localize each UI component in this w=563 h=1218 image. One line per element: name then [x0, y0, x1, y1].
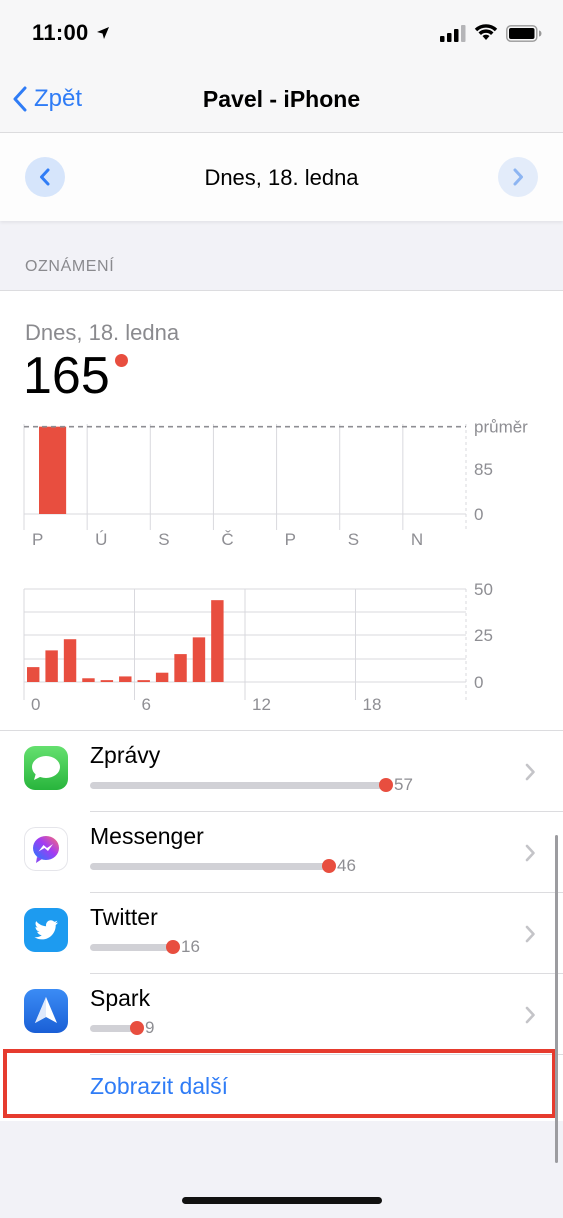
hour-bar-5 [119, 676, 132, 682]
messenger-icon [24, 827, 68, 871]
hour-bar-3 [82, 678, 95, 682]
home-indicator[interactable] [182, 1197, 382, 1204]
hour-bar-0 [27, 667, 40, 682]
chevron-right-icon [525, 1006, 535, 1024]
y-tick-label: 50 [474, 580, 493, 599]
hour-bar-4 [100, 680, 114, 682]
usage-bar-dot [322, 859, 336, 873]
chevron-right-icon [525, 844, 535, 862]
usage-bar-dot [166, 940, 180, 954]
next-day-button[interactable] [498, 157, 538, 197]
y-tick-label: 0 [474, 505, 483, 524]
hour-bar-6 [137, 680, 150, 682]
y-tick-label: 0 [474, 673, 483, 692]
section-header: OZNÁMENÍ [25, 258, 115, 275]
app-count: 46 [337, 856, 356, 875]
page-title: Pavel - iPhone [202, 86, 361, 112]
x-tick-label: 6 [142, 695, 151, 714]
hour-bar-7 [155, 672, 169, 682]
day-label: S [158, 530, 169, 549]
count-indicator-dot [115, 354, 128, 367]
signal-icon [440, 25, 466, 42]
notification-count: 165 [23, 347, 110, 405]
highlight-box [3, 1049, 556, 1118]
y-tick-label: 25 [474, 626, 493, 645]
wifi-icon [474, 24, 498, 40]
battery-icon [506, 25, 542, 42]
spark-icon [24, 989, 68, 1033]
usage-bar-dot [379, 778, 393, 792]
usage-bar-dot [130, 1021, 144, 1035]
app-row-messenger[interactable]: Messenger 46 [0, 811, 563, 891]
hourly-chart: 0 6 12 18 50 25 0 [23, 580, 493, 714]
usage-bar [90, 863, 329, 870]
app-name: Messenger [90, 823, 204, 849]
hour-bar-9 [192, 637, 206, 682]
app-count: 57 [394, 775, 413, 794]
show-more-link[interactable]: Zobrazit další [90, 1073, 228, 1100]
app-count: 9 [145, 1018, 155, 1037]
x-tick-label: 18 [363, 695, 382, 714]
day-label: P [285, 530, 296, 549]
app-row-spark[interactable]: Spark 9 [0, 973, 563, 1053]
chevron-right-icon [525, 925, 535, 943]
usage-bar [90, 944, 173, 951]
x-tick-label: 12 [252, 695, 271, 714]
scroll-indicator[interactable] [555, 835, 558, 1163]
x-tick-label: 0 [31, 695, 40, 714]
week-bar-0 [39, 426, 67, 514]
hour-bar-2 [63, 639, 77, 682]
day-label: Č [221, 530, 233, 549]
usage-bar [90, 782, 386, 789]
app-row-twitter[interactable]: Twitter 16 [0, 892, 563, 972]
day-label: Ú [95, 530, 107, 549]
app-name: Zprávy [90, 742, 161, 768]
date-label: Dnes, 18. ledna [204, 165, 359, 190]
chevron-right-icon [525, 763, 535, 781]
location-arrow-icon [97, 27, 109, 39]
app-name: Spark [90, 985, 151, 1011]
hour-bar-10 [211, 600, 224, 682]
status-time: 11:00 [32, 20, 89, 45]
hour-bar-8 [174, 654, 187, 682]
chevron-right-icon [513, 168, 523, 186]
day-label: N [411, 530, 423, 549]
twitter-icon [24, 908, 68, 952]
summary-date: Dnes, 18. ledna [25, 320, 180, 345]
weekly-chart: P Ú S Č P S Nprůměr 85 0 [23, 418, 528, 549]
y-tick-label: průměr [474, 418, 528, 437]
app-count: 16 [181, 937, 200, 956]
messages-icon [24, 746, 68, 790]
app-name: Twitter [90, 904, 158, 930]
y-tick-label: 85 [474, 460, 493, 479]
app-row-zprvy[interactable]: Zprávy 57 [0, 730, 563, 810]
hour-bar-1 [45, 650, 58, 682]
day-label: P [32, 530, 43, 549]
day-label: S [348, 530, 359, 549]
row-separator [0, 730, 563, 731]
